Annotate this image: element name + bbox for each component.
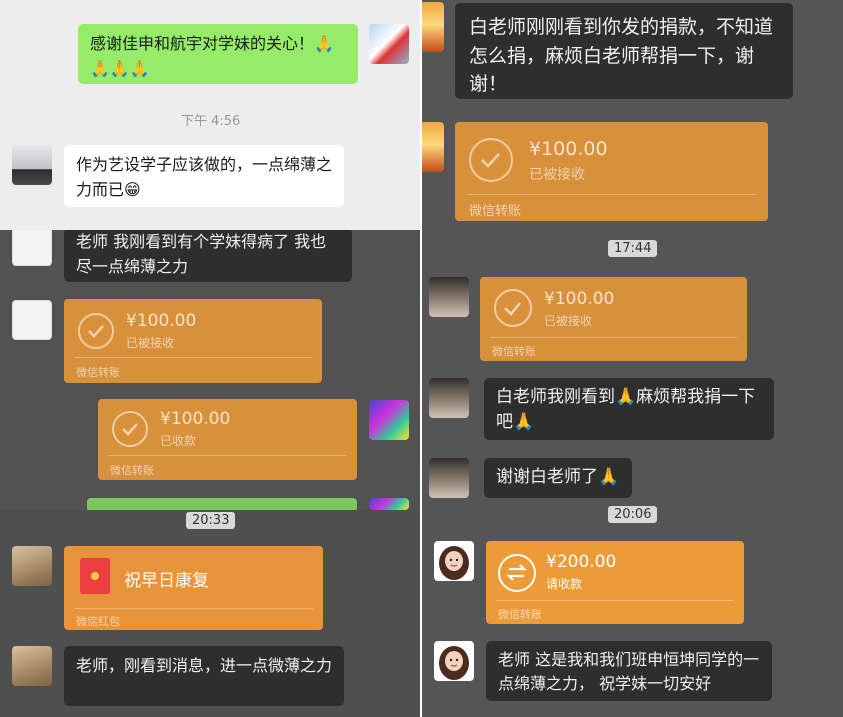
chat-panel-top-left: 感谢佳申和航宇对学妹的关心！🙏🙏🙏🙏 下午 4:56 作为艺设学子应该做的，一点… [0,0,420,230]
avatar-contact[interactable] [422,122,444,172]
partial-sent-bubble [87,498,357,510]
red-packet-card[interactable]: 祝早日康复 微信红包 [64,546,323,630]
divider [108,455,347,456]
received-message-bubble[interactable]: 老师 这是我和我们班申恒坤同学的一点绵薄之力， 祝学妹一切安好 [486,641,772,701]
divider [74,357,312,358]
avatar-contact[interactable] [434,641,474,681]
transfer-label: 微信转账 [110,464,154,477]
received-message-bubble[interactable]: 谢谢白老师了🙏 [484,458,632,498]
avatar-contact[interactable] [422,2,444,52]
transfer-amount: ¥200.00 [546,552,617,572]
avatar-self[interactable] [369,24,409,64]
red-packet-icon [80,558,110,594]
transfer-label: 微信转账 [492,345,536,358]
red-packet-text: 祝早日康复 [124,571,209,591]
transfer-status: 已被接收 [529,167,585,183]
received-message-bubble[interactable]: 作为艺设学子应该做的，一点绵薄之力而已😁 [64,145,344,207]
transfer-card[interactable]: ¥100.00 已被接收 微信转账 [480,277,747,361]
timestamp: 下午 4:56 [181,114,241,129]
check-icon [78,313,114,349]
received-message-bubble[interactable]: 老师 我刚看到有个学妹得病了 我也尽一点绵薄之力 [64,230,352,282]
avatar-contact[interactable] [12,230,52,266]
timestamp: 17:44 [608,240,658,257]
check-icon [469,138,513,182]
transfer-status: 已被接收 [126,336,175,350]
transfer-card[interactable]: ¥100.00 已被接收 微信转账 [455,122,768,221]
transfer-status: 已被接收 [544,314,593,328]
divider [74,608,313,609]
transfer-amount: ¥100.00 [529,138,608,160]
transfer-amount: ¥100.00 [160,409,231,429]
avatar-self-partial [369,498,409,510]
divider [467,194,756,195]
divider [496,600,734,601]
transfer-card-pending[interactable]: ¥200.00 请收款 微信转账 [486,541,744,624]
avatar-contact[interactable] [12,546,52,586]
transfer-amount: ¥100.00 [544,289,615,309]
received-message-bubble[interactable]: 白老师刚刚看到你发的捐款，不知道怎么捐，麻烦白老师帮捐一下，谢谢！ [455,3,793,99]
red-packet-label: 微信红包 [76,615,120,628]
transfer-status: 已收款 [160,434,197,448]
received-message-bubble[interactable]: 老师，刚看到消息，进一点微薄之力 [64,646,344,706]
chat-panel-mid-left: 老师 我刚看到有个学妹得病了 我也尽一点绵薄之力 ¥100.00 已被接收 微信… [0,230,420,510]
transfer-card[interactable]: ¥100.00 已被接收 微信转账 [64,299,322,383]
avatar-contact[interactable] [429,277,469,317]
avatar-contact[interactable] [429,378,469,418]
avatar-contact[interactable] [12,145,52,185]
avatar-contact[interactable] [434,541,474,581]
avatar-contact[interactable] [12,646,52,686]
transfer-label: 微信转账 [498,608,542,621]
timestamp: 20:33 [186,512,236,529]
transfer-status: 请收款 [546,577,583,591]
transfer-card[interactable]: ¥100.00 已收款 微信转账 [98,399,357,480]
transfer-exchange-icon [498,554,536,592]
timestamp: 20:06 [608,506,658,523]
check-icon [494,289,532,327]
chat-panel-right: 白老师刚刚看到你发的捐款，不知道怎么捐，麻烦白老师帮捐一下，谢谢！ ¥100.0… [422,0,843,717]
avatar-contact[interactable] [12,300,52,340]
transfer-amount: ¥100.00 [126,311,197,331]
transfer-label: 微信转账 [469,204,522,219]
received-message-bubble[interactable]: 白老师我刚看到🙏麻烦帮我捐一下吧🙏 [484,378,774,440]
check-icon [112,411,148,447]
avatar-self[interactable] [369,400,409,440]
divider [490,337,737,338]
transfer-label: 微信转账 [76,366,120,379]
avatar-contact[interactable] [429,458,469,498]
chat-panel-bottom-left: 20:33 祝早日康复 微信红包 老师，刚看到消息，进一点微薄之力 [0,510,420,717]
sent-message-bubble[interactable]: 感谢佳申和航宇对学妹的关心！🙏🙏🙏🙏 [78,24,358,84]
